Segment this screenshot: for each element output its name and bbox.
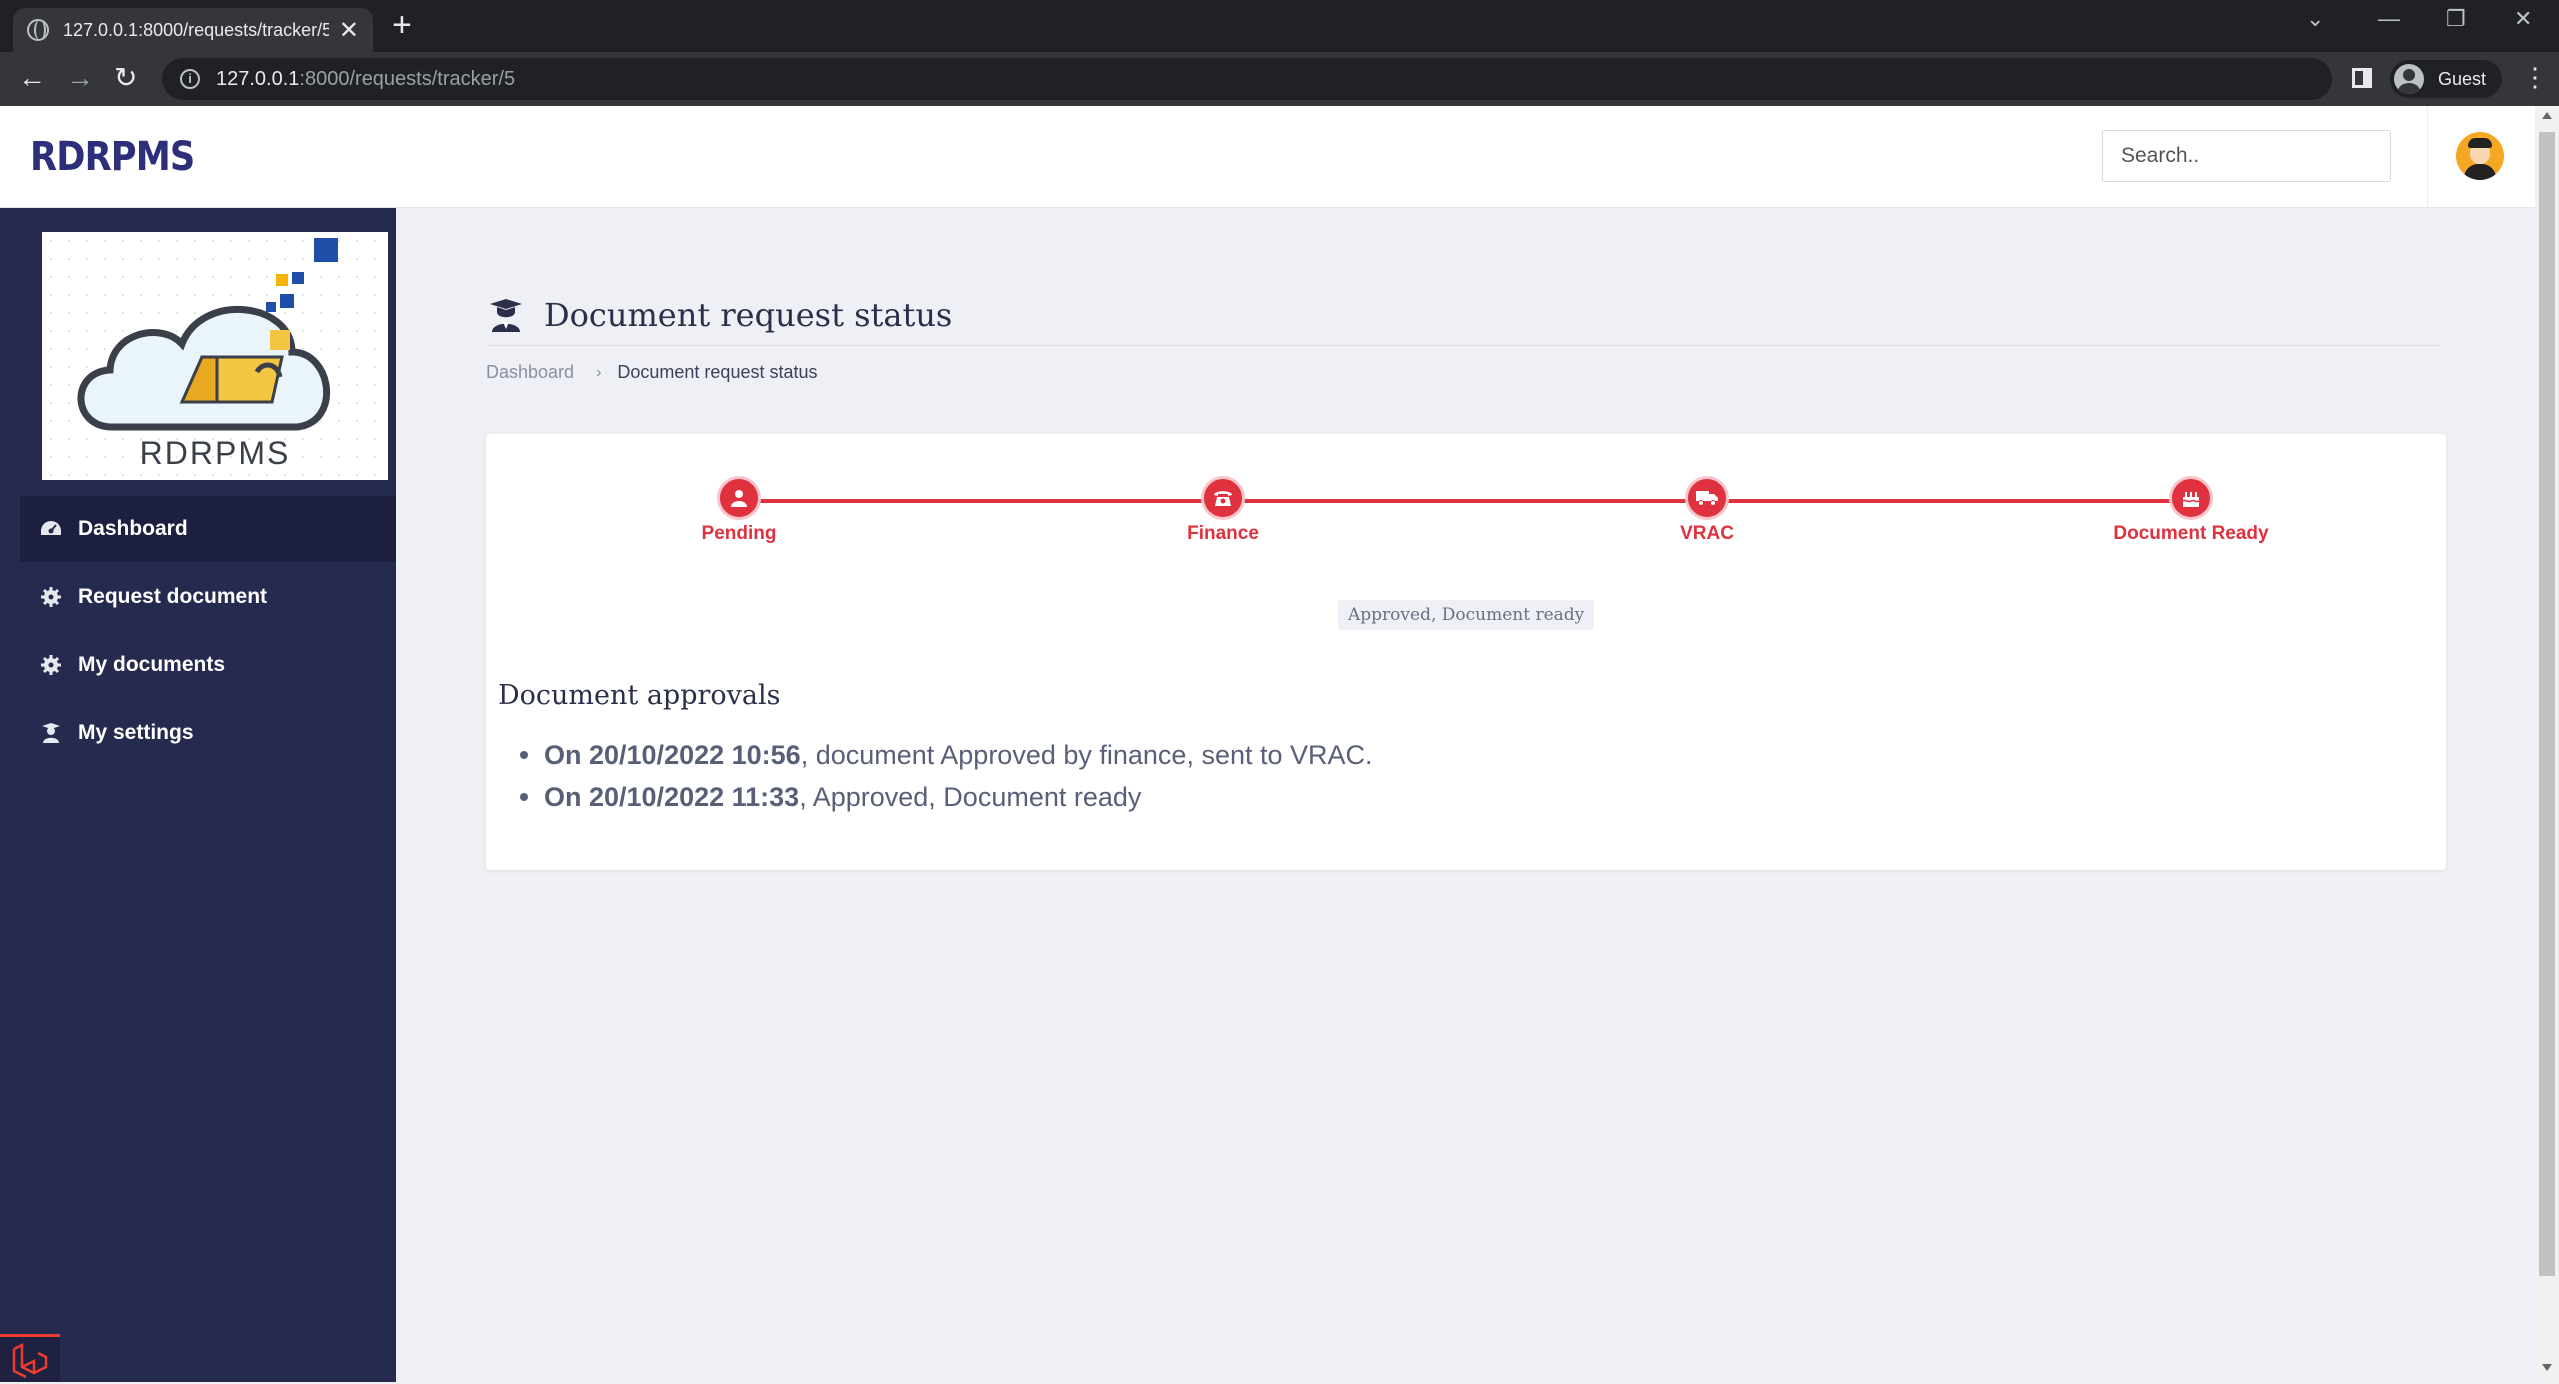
sidebar: RDRPMS Dashboard Request document My doc… [0, 208, 396, 1382]
user-icon [717, 476, 761, 520]
brand-logo[interactable]: RDRPMS [30, 134, 195, 180]
phone-icon [1201, 476, 1245, 520]
app-header: RDRPMS [0, 106, 2535, 208]
list-item: On 20/10/2022 11:33, Approved, Document … [520, 776, 1373, 818]
chevron-right-icon: › [596, 363, 602, 381]
user-graduate-icon [490, 298, 522, 332]
breadcrumb-current: Document request status [617, 362, 818, 382]
gear-icon [40, 654, 62, 676]
sidebar-item-my-documents[interactable]: My documents [20, 632, 396, 698]
minimize-button[interactable]: — [2378, 6, 2400, 32]
step-label: Pending [701, 523, 777, 544]
tab-title: 127.0.0.1:8000/requests/tracker/5 [63, 19, 329, 40]
address-bar: ← → ↻ i 127.0.0.1:8000/requests/tracker/… [0, 52, 2559, 106]
progress-track [739, 499, 2192, 503]
step-label: Finance [1187, 523, 1259, 544]
browser-tab-bar: 127.0.0.1:8000/requests/tracker/5 ✕ + ⌄ … [0, 0, 2559, 52]
close-tab-icon[interactable]: ✕ [339, 16, 359, 45]
sidebar-item-my-settings[interactable]: My settings [20, 700, 396, 766]
profile-button[interactable]: Guest [2390, 60, 2503, 98]
search-input[interactable] [2102, 130, 2391, 182]
bullet-icon [520, 751, 528, 759]
step-finance: Finance [1073, 476, 1373, 545]
laravel-debug-icon[interactable] [0, 1334, 60, 1382]
request-tracker-card: Pending Finance VRAC Document Ready Appr… [486, 434, 2446, 870]
globe-icon [27, 19, 49, 41]
sidebar-item-label: My settings [78, 721, 194, 744]
url-field[interactable]: i 127.0.0.1:8000/requests/tracker/5 [162, 58, 2332, 100]
approval-text: , document Approved by finance, sent to … [800, 740, 1373, 770]
side-panel-icon[interactable] [2352, 68, 2372, 88]
scroll-up-arrow-icon[interactable] [2542, 112, 2552, 119]
truck-icon [1685, 476, 1729, 520]
sidebar-logo: RDRPMS [42, 232, 388, 480]
approval-text: , Approved, Document ready [799, 782, 1142, 812]
step-label: Document Ready [2113, 523, 2269, 544]
user-avatar[interactable] [2456, 132, 2504, 180]
user-graduate-icon [40, 722, 62, 744]
approvals-heading: Document approvals [498, 680, 781, 711]
gear-icon [40, 586, 62, 608]
page-scrollbar[interactable] [2535, 106, 2559, 1382]
sidebar-item-label: Dashboard [78, 517, 188, 540]
close-window-button[interactable]: ✕ [2514, 6, 2532, 32]
tab-search-icon[interactable]: ⌄ [2306, 6, 2324, 32]
approvals-list: On 20/10/2022 10:56, document Approved b… [520, 734, 1373, 818]
breadcrumb-dashboard-link[interactable]: Dashboard [486, 362, 574, 383]
breadcrumb: Dashboard › Document request status [486, 362, 818, 383]
scrollbar-thumb[interactable] [2539, 132, 2555, 1276]
site-info-icon[interactable]: i [180, 69, 200, 89]
browser-tab[interactable]: 127.0.0.1:8000/requests/tracker/5 ✕ [13, 8, 373, 52]
dashboard-icon [40, 518, 62, 540]
reload-button[interactable]: ↻ [114, 62, 137, 94]
approval-date: On 20/10/2022 11:33 [544, 782, 800, 812]
scroll-down-arrow-icon[interactable] [2542, 1364, 2552, 1371]
approval-date: On 20/10/2022 10:56 [544, 740, 801, 770]
url-path: :8000/requests/tracker/5 [299, 67, 516, 90]
page-title-bar: Document request status [488, 284, 2442, 346]
sidebar-item-label: Request document [78, 585, 268, 608]
forward-button[interactable]: → [66, 62, 94, 94]
sidebar-logo-text: RDRPMS [140, 435, 291, 471]
profile-avatar-icon [2394, 64, 2424, 94]
step-pending: Pending [589, 476, 889, 545]
status-badge: Approved, Document ready [1338, 600, 1595, 630]
step-document-ready: Document Ready [2041, 476, 2341, 545]
back-button[interactable]: ← [18, 62, 46, 94]
page-title: Document request status [544, 295, 953, 334]
profile-name: Guest [2438, 68, 2487, 89]
sidebar-item-dashboard[interactable]: Dashboard [20, 496, 396, 562]
list-item: On 20/10/2022 10:56, document Approved b… [520, 734, 1373, 776]
step-vrac: VRAC [1557, 476, 1857, 545]
restore-button[interactable]: ❐ [2446, 6, 2466, 32]
header-divider [2427, 106, 2428, 208]
cloud-folder-logo-icon: RDRPMS [77, 238, 338, 471]
cake-icon [2169, 476, 2213, 520]
sidebar-item-label: My documents [78, 653, 226, 676]
url-host: 127.0.0.1 [216, 67, 300, 90]
new-tab-button[interactable]: + [392, 8, 412, 42]
step-label: VRAC [1680, 523, 1734, 544]
browser-menu-icon[interactable]: ⋮ [2522, 62, 2548, 93]
bullet-icon [520, 793, 528, 801]
sidebar-item-request-document[interactable]: Request document [20, 564, 396, 630]
